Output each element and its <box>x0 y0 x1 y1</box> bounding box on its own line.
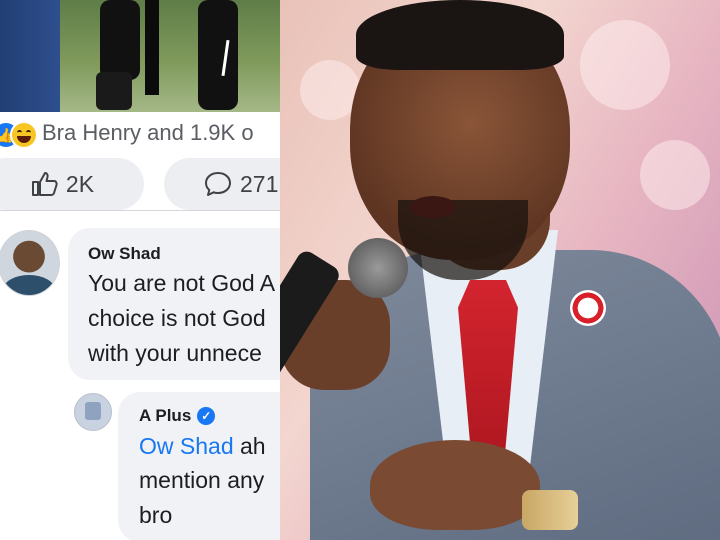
microphone-head <box>348 238 408 298</box>
lapel-pin <box>570 290 606 326</box>
facebook-screenshot-panel: 👍 Bra Henry and 1.9K o 2K 271 Ow Shad Yo… <box>0 0 280 540</box>
avatar[interactable] <box>74 393 112 431</box>
haha-icon <box>10 121 38 149</box>
jersey-shape <box>0 0 60 112</box>
reactions-summary[interactable]: 👍 Bra Henry and 1.9K o <box>0 112 280 154</box>
shoe-shape <box>96 72 132 110</box>
gesturing-hand <box>370 440 540 530</box>
reply-author-row: A Plus ✓ <box>139 406 216 426</box>
section-divider <box>0 210 280 211</box>
reactions-text: Bra Henry and 1.9K o <box>42 120 254 145</box>
reaction-icons: 👍 <box>0 118 38 149</box>
comment-line: choice is not God <box>88 305 266 331</box>
comment-line: with your unnece <box>88 340 262 366</box>
reply-line: Ow Shad ah <box>139 433 266 460</box>
thumbs-up-icon <box>31 172 58 196</box>
wristwatch <box>522 490 578 530</box>
like-count: 2K <box>65 170 95 197</box>
mention-tag[interactable]: Ow Shad <box>139 433 234 459</box>
mouth <box>410 196 456 218</box>
reply-line: mention any <box>139 467 265 493</box>
reply-line: bro <box>139 502 173 528</box>
like-button[interactable]: 2K <box>0 158 144 210</box>
video-thumbnail[interactable] <box>0 0 280 112</box>
comment-button[interactable]: 271 <box>164 158 280 210</box>
sock-shape <box>145 0 159 95</box>
verified-badge-icon: ✓ <box>197 407 216 425</box>
leg-shape <box>100 0 140 80</box>
comment-count: 271 <box>240 170 279 197</box>
leg-shape <box>198 0 238 110</box>
bokeh-light <box>580 20 670 110</box>
avatar[interactable] <box>0 230 60 296</box>
reply-text: ah <box>233 433 266 459</box>
bokeh-light <box>640 140 710 210</box>
comment-icon <box>205 172 231 196</box>
reply-author[interactable]: A Plus <box>139 406 191 426</box>
speaker-photo <box>280 0 720 540</box>
comment-author[interactable]: Ow Shad <box>88 244 161 264</box>
comment-line: You are not God A <box>88 270 276 296</box>
hair <box>356 0 564 70</box>
